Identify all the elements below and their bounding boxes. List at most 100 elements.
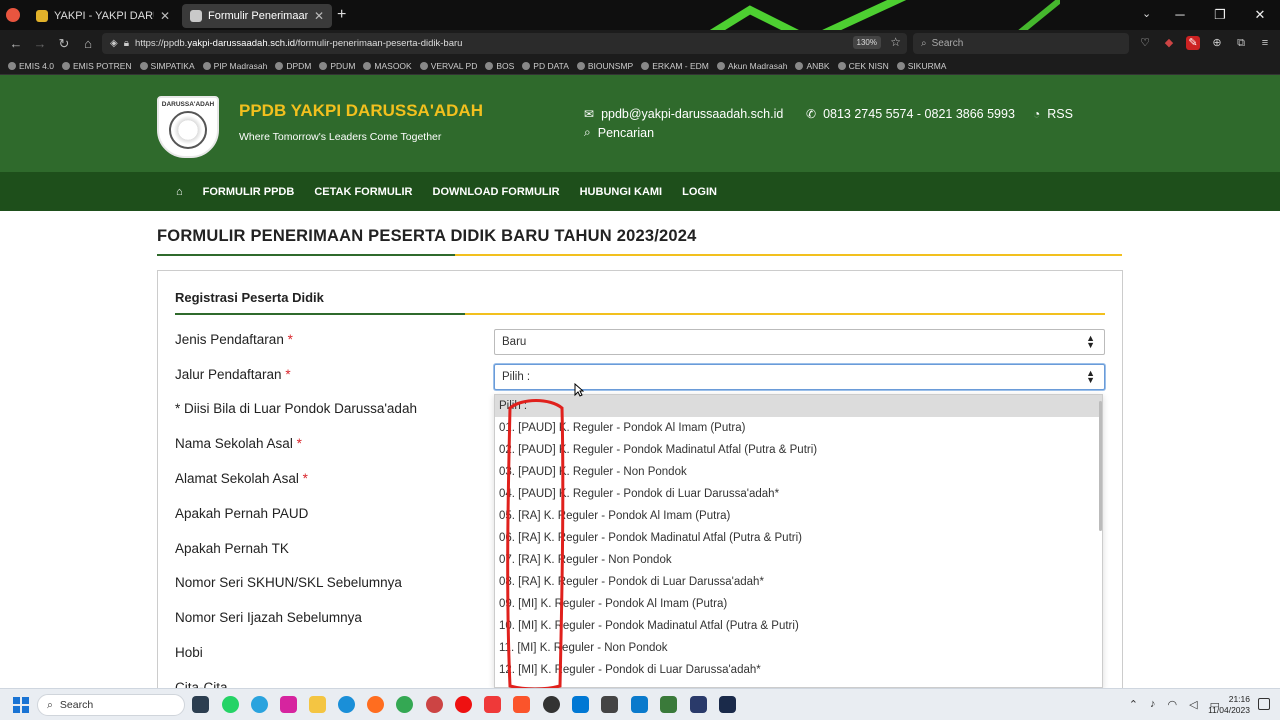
menu-icon[interactable]: ≡	[1258, 36, 1272, 50]
task-view-icon[interactable]	[192, 696, 209, 713]
zoom-level[interactable]: 130%	[852, 36, 881, 49]
menu-download-formulir[interactable]: DOWNLOAD FORMULIR	[433, 186, 560, 198]
dropdown-option[interactable]: 12. [MI] K. Reguler - Pondok di Luar Dar…	[495, 659, 1102, 681]
home-icon[interactable]: ⌂	[176, 186, 183, 198]
browser-search-input[interactable]: ⌕ Search	[913, 33, 1129, 54]
terminal-icon[interactable]	[719, 696, 736, 713]
volume-icon[interactable]: ◁	[1189, 698, 1197, 711]
bookmark-item[interactable]: CEK NISN	[837, 61, 889, 71]
minimize-icon[interactable]: ─	[1160, 0, 1200, 30]
search-link[interactable]: ⌕ Pencarian	[584, 125, 654, 140]
forward-icon[interactable]: →	[28, 36, 52, 51]
windows-start-icon[interactable]	[13, 697, 29, 713]
new-tab-icon[interactable]: +	[337, 6, 346, 24]
telegram-icon[interactable]	[251, 696, 268, 713]
logo-emblem-icon	[169, 111, 207, 149]
phone-link[interactable]: ✆ 0813 2745 5574 - 0821 3866 5993	[806, 107, 1015, 121]
bookmark-item[interactable]: ANBK	[795, 61, 830, 71]
home-icon[interactable]: ⌂	[76, 36, 100, 51]
menu-cetak-formulir[interactable]: CETAK FORMULIR	[314, 186, 412, 198]
dropdown-option[interactable]: 05. [RA] K. Reguler - Pondok Al Imam (Pu…	[495, 505, 1102, 527]
url-bar[interactable]: ◈ 🔒︎ https://ppdb.yakpi-darussaadah.sch.…	[102, 33, 907, 54]
dropdown-option[interactable]: 02. [PAUD] K. Reguler - Pondok Madinatul…	[495, 439, 1102, 461]
shield-icon[interactable]: ◈	[110, 38, 118, 49]
vivaldi-icon[interactable]	[484, 696, 501, 713]
back-icon[interactable]: ←	[4, 36, 28, 51]
dropdown-option[interactable]: 01. [PAUD] K. Reguler - Pondok Al Imam (…	[495, 417, 1102, 439]
firefox-menu-icon[interactable]	[6, 8, 20, 22]
jalur-pendaftaran-select[interactable]: Pilih : ▲ ▼	[494, 364, 1105, 390]
list-tabs-icon[interactable]: ⌄	[1142, 7, 1151, 20]
bookmark-item[interactable]: EMIS POTREN	[61, 61, 132, 71]
wifi-icon[interactable]: ◠	[1168, 698, 1178, 711]
bookmark-item[interactable]: PDUM	[319, 61, 355, 71]
menu-formulir-ppdb[interactable]: FORMULIR PPDB	[203, 186, 295, 198]
dropdown-option[interactable]: 06. [RA] K. Reguler - Pondok Madinatul A…	[495, 527, 1102, 549]
bookmark-item[interactable]: DPDM	[275, 61, 311, 71]
app-icon[interactable]	[601, 696, 618, 713]
dropdown-option[interactable]: 03. [PAUD] K. Reguler - Non Pondok	[495, 461, 1102, 483]
lock-icon[interactable]: 🔒︎	[124, 38, 129, 49]
edge-icon[interactable]	[338, 696, 355, 713]
firefox-icon[interactable]	[367, 696, 384, 713]
bookmark-star-icon[interactable]: ☆	[890, 35, 901, 49]
dropdown-option[interactable]: 09. [MI] K. Reguler - Pondok Al Imam (Pu…	[495, 593, 1102, 615]
chrome-icon[interactable]	[396, 696, 413, 713]
site-title[interactable]: PPDB YAKPI DARUSSA'ADAH	[239, 101, 483, 121]
tor-icon[interactable]	[543, 696, 560, 713]
snipping-tool-icon[interactable]	[690, 696, 707, 713]
dropdown-option[interactable]: 10. [MI] K. Reguler - Pondok Madinatul A…	[495, 615, 1102, 637]
translate-icon[interactable]: ⊕	[1210, 36, 1224, 50]
brave-icon[interactable]	[513, 696, 530, 713]
rss-link[interactable]: ◔ RSS	[1033, 107, 1073, 121]
school-logo[interactable]: DARUSSA'ADAH	[157, 96, 219, 158]
tab-formulir[interactable]: Formulir Penerimaan Peserta D ✕	[182, 4, 332, 28]
tab-close-icon[interactable]: ✕	[314, 9, 324, 23]
menu-hubungi-kami[interactable]: HUBUNGI KAMI	[580, 186, 663, 198]
notification-icon[interactable]	[1258, 698, 1270, 710]
url-text[interactable]: https://ppdb.yakpi-darussaadah.sch.id/fo…	[135, 38, 462, 49]
dropdown-option[interactable]: 07. [RA] K. Reguler - Non Pondok	[495, 549, 1102, 571]
dropdown-option[interactable]: Pilih :	[495, 395, 1102, 417]
whatsapp-icon[interactable]	[222, 696, 239, 713]
extensions-icon[interactable]: ⧉	[1234, 36, 1248, 50]
tab-yakpi[interactable]: YAKPI - YAKPI DARUSSA'ADAH ✕	[28, 4, 178, 28]
dropdown-option[interactable]: 04. [PAUD] K. Reguler - Pondok di Luar D…	[495, 483, 1102, 505]
microphone-icon[interactable]: ♪	[1150, 698, 1156, 711]
bookmark-item[interactable]: SIKURMA	[896, 61, 946, 71]
bookmark-item[interactable]: SIMPATIKA	[139, 61, 195, 71]
bookmark-item[interactable]: EMIS 4.0	[8, 61, 54, 71]
dropdown-option[interactable]: 08. [RA] K. Reguler - Pondok di Luar Dar…	[495, 571, 1102, 593]
jenis-pendaftaran-select[interactable]: Baru ▲ ▼	[494, 329, 1105, 355]
bookmark-item[interactable]: ERKAM - EDM	[641, 61, 709, 71]
close-window-icon[interactable]: ✕	[1240, 0, 1280, 30]
bookmark-item[interactable]: PIP Madrasah	[202, 61, 267, 71]
restore-icon[interactable]: ❐	[1200, 0, 1240, 30]
pdf-extension-icon[interactable]: ✎	[1186, 36, 1200, 50]
menu-login[interactable]: LOGIN	[682, 186, 717, 198]
bookmark-item[interactable]: VERVAL PD	[419, 61, 477, 71]
file-explorer-icon[interactable]	[309, 696, 326, 713]
bookmark-item[interactable]: BOS	[485, 61, 514, 71]
bookmark-item[interactable]: BIOUNSMP	[576, 61, 633, 71]
bookmark-item[interactable]: MASOOK	[363, 61, 412, 71]
pocket-icon[interactable]: ♡	[1138, 36, 1152, 50]
dropdown-scrollbar[interactable]	[1099, 401, 1102, 531]
extension-icon[interactable]: ◆	[1162, 36, 1176, 50]
opera-gx-icon[interactable]	[426, 696, 443, 713]
vscode-icon[interactable]	[631, 696, 648, 713]
microsoft-store-icon[interactable]	[572, 696, 589, 713]
chevron-up-icon[interactable]: ⌃	[1129, 698, 1138, 711]
dropdown-option[interactable]: 11. [MI] K. Reguler - Non Pondok	[495, 637, 1102, 659]
email-link[interactable]: ✉ ppdb@yakpi-darussaadah.sch.id	[584, 107, 783, 121]
reload-icon[interactable]: ↻	[52, 36, 76, 52]
notepad-icon[interactable]	[660, 696, 677, 713]
instagram-icon[interactable]	[280, 696, 297, 713]
taskbar-search-input[interactable]: ⌕ Search	[37, 694, 185, 716]
tab-close-icon[interactable]: ✕	[160, 9, 170, 23]
bookmark-item[interactable]: Akun Madrasah	[716, 61, 787, 71]
bookmark-item[interactable]: PD DATA	[522, 61, 569, 71]
opera-icon[interactable]	[455, 696, 472, 713]
jalur-dropdown-list[interactable]: Pilih :01. [PAUD] K. Reguler - Pondok Al…	[494, 394, 1103, 688]
system-clock[interactable]: 21:16 11/04/2023	[1208, 694, 1250, 716]
